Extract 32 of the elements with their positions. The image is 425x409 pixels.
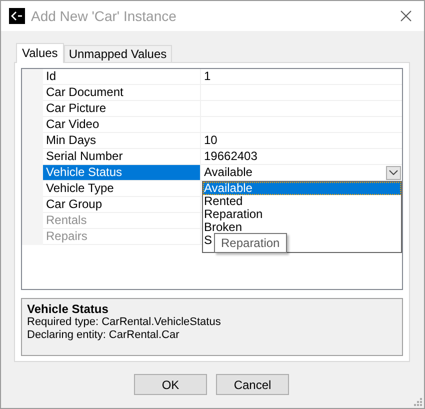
description-text: Declaring entity: CarRental.Car	[27, 329, 180, 342]
property-name[interactable]: Vehicle Status	[43, 165, 201, 180]
property-name[interactable]: Car Picture	[43, 101, 201, 116]
dropdown-option[interactable]: Reparation	[203, 208, 264, 221]
dropdown-option[interactable]: S	[203, 234, 214, 247]
property-value: 10	[204, 133, 218, 148]
resize-grip-icon[interactable]	[414, 398, 422, 406]
tab[interactable]: Unmapped Values	[64, 45, 172, 62]
app-icon	[9, 8, 25, 24]
property-name[interactable]: Car Group	[43, 197, 201, 212]
description-text: Required type: CarRental.VehicleStatus	[27, 316, 222, 329]
description-title: Vehicle Status	[27, 302, 110, 316]
dropdown-option[interactable]: Broken	[203, 221, 244, 234]
dialog-button[interactable]: Cancel	[216, 374, 289, 395]
close-icon[interactable]	[400, 10, 412, 22]
property-name[interactable]: Car Video	[43, 117, 201, 132]
dialog-button[interactable]: OK	[134, 374, 207, 395]
property-value: 1	[204, 69, 211, 84]
tooltip: Reparation	[214, 233, 287, 253]
caret-icon	[389, 170, 398, 175]
tab[interactable]: Values	[16, 43, 64, 63]
property-name[interactable]: Vehicle Type	[43, 181, 201, 196]
property-name[interactable]: Serial Number	[43, 149, 201, 164]
property-name[interactable]: Min Days	[43, 133, 201, 148]
window-title: Add New 'Car' Instance	[31, 8, 178, 24]
dropdown-option[interactable]: Available	[203, 182, 401, 195]
dropdown-option[interactable]: Rented	[203, 195, 244, 208]
property-value: Available	[204, 165, 252, 180]
property-name[interactable]: Id	[43, 69, 201, 84]
property-name[interactable]: Car Document	[43, 85, 201, 100]
property-value: 19662403	[204, 149, 258, 164]
dropdown-button[interactable]	[386, 166, 401, 180]
